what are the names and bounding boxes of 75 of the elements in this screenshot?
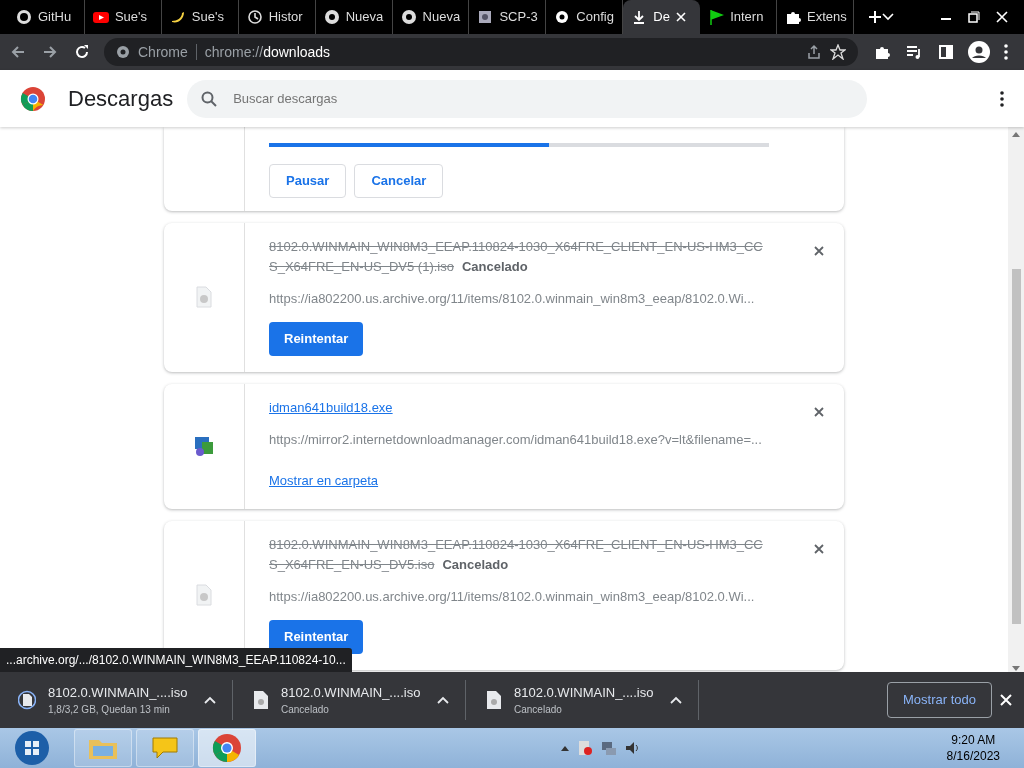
start-button[interactable] xyxy=(12,729,52,767)
installer-icon xyxy=(194,435,214,457)
file-name: 8102.0.WINMAIN_....iso xyxy=(281,683,422,702)
url-text: https://ia802200.us.archive.org/11/items/8102.0.winmain_win8m3_eeap/8102.0.Wi... xyxy=(269,289,756,308)
url-text: https://ia802200.us.archive.org/11/items/8102.0.winmain_win8m3_eeap/8102.0.Wi... xyxy=(269,587,756,606)
close-icon[interactable] xyxy=(996,11,1008,23)
scroll-up-icon[interactable] xyxy=(1012,131,1020,137)
url-text: https://mirror2.internetdownloadmanager.com/idman641build18.exe?v=lt&filename=... xyxy=(269,430,763,449)
time-text: 9:20 AM xyxy=(950,732,997,748)
reload-icon[interactable] xyxy=(74,44,90,60)
close-icon[interactable] xyxy=(675,12,686,22)
banana-icon xyxy=(169,9,186,25)
date-text: 8/16/2023 xyxy=(946,748,1000,764)
file-name: 8102.0.WINMAIN_WIN8M3_EEAP.110824-1030_X64FRE_CLIENT_EN-US-HM3_CCS_X64FRE_EN-US_DV5 (1).iso Cancelado xyxy=(269,237,764,276)
search-field[interactable]: Buscar descargas xyxy=(187,79,868,118)
star-icon[interactable] xyxy=(830,44,846,60)
scroll-thumb[interactable] xyxy=(1011,269,1021,624)
search-input[interactable]: Buscar descargas xyxy=(231,87,854,110)
tray-expand-icon[interactable] xyxy=(561,745,570,751)
browser-tab[interactable]: De xyxy=(623,0,701,34)
search-icon xyxy=(201,90,218,107)
chevron-up-icon[interactable] xyxy=(437,696,449,704)
puzzle-icon[interactable] xyxy=(874,44,890,60)
back-icon[interactable] xyxy=(10,44,26,60)
url-text: chrome://downloads xyxy=(204,42,331,62)
profile-icon[interactable] xyxy=(968,41,990,63)
cancel-button[interactable]: Cancelar xyxy=(354,164,444,198)
retry-button[interactable]: Reintentar xyxy=(269,322,364,356)
chevron-up-icon[interactable] xyxy=(670,696,682,704)
taskbar-button[interactable] xyxy=(198,729,256,767)
file-name: 8102.0.WINMAIN_....iso xyxy=(514,683,655,702)
media-icon[interactable] xyxy=(906,44,922,60)
restore-icon[interactable] xyxy=(968,11,980,23)
network-icon[interactable] xyxy=(601,740,618,756)
download-status: Cancelado xyxy=(281,703,330,718)
flag-icon xyxy=(708,9,725,25)
scrollbar[interactable] xyxy=(1008,127,1024,672)
chevron-up-icon[interactable] xyxy=(204,696,216,704)
status-url-tooltip: ...archive.org/.../8102.0.WINMAIN_WIN8M3_EEAP.110824-10... xyxy=(0,648,352,672)
menu-icon[interactable] xyxy=(1004,44,1008,60)
history-icon xyxy=(246,9,263,25)
address-bar[interactable]: Chrome chrome://downloads xyxy=(104,38,858,66)
close-icon[interactable] xyxy=(1000,694,1012,706)
show-all-button[interactable]: Mostrar todo xyxy=(887,682,992,718)
file-link[interactable]: idman641build18.exe xyxy=(269,399,393,415)
page-title: Descargas xyxy=(68,85,174,113)
download-item[interactable]: 8102.0.WINMAIN_....iso 1,8/3,2 GB, Quedan 13 min xyxy=(0,680,233,720)
clock[interactable]: 9:20 AM 8/16/2023 xyxy=(946,732,1000,764)
share-icon[interactable] xyxy=(806,44,822,60)
file-name: 8102.0.WINMAIN_WIN8M3_EEAP.110824-1030_X64FRE_CLIENT_EN-US-HM3_CCS_X64FRE_EN-US_DV5.iso Cancelado xyxy=(269,535,764,574)
download-status: 1,8/3,2 GB, Quedan 13 min xyxy=(48,703,171,718)
origin-label: Chrome xyxy=(138,42,188,62)
new-tab-icon[interactable] xyxy=(867,10,882,24)
file-icon xyxy=(194,286,214,308)
more-icon[interactable] xyxy=(1000,90,1004,107)
file-icon xyxy=(484,690,502,710)
file-icon xyxy=(194,584,214,606)
puzzle-icon xyxy=(785,9,802,25)
side-panel-icon[interactable] xyxy=(938,44,954,60)
download-item[interactable]: 8102.0.WINMAIN_....iso Cancelado xyxy=(233,680,466,720)
chevron-icon[interactable] xyxy=(882,13,894,21)
download-item[interactable]: 8102.0.WINMAIN_....iso Cancelado xyxy=(466,680,699,720)
play-icon xyxy=(92,9,109,25)
close-icon xyxy=(814,544,824,555)
file-icon xyxy=(251,690,269,710)
action-center-icon[interactable] xyxy=(577,740,594,756)
close-icon xyxy=(814,246,824,257)
show-in-folder-link[interactable]: Mostrar en carpeta xyxy=(269,473,379,488)
file-name: 8102.0.WINMAIN_....iso xyxy=(48,683,189,702)
pause-button[interactable]: Pausar xyxy=(269,164,347,198)
chrome-logo-icon xyxy=(20,85,46,112)
download-status: Cancelado xyxy=(514,703,563,718)
file-icon xyxy=(18,690,36,710)
close-icon xyxy=(814,407,824,418)
forward-icon[interactable] xyxy=(42,44,58,60)
